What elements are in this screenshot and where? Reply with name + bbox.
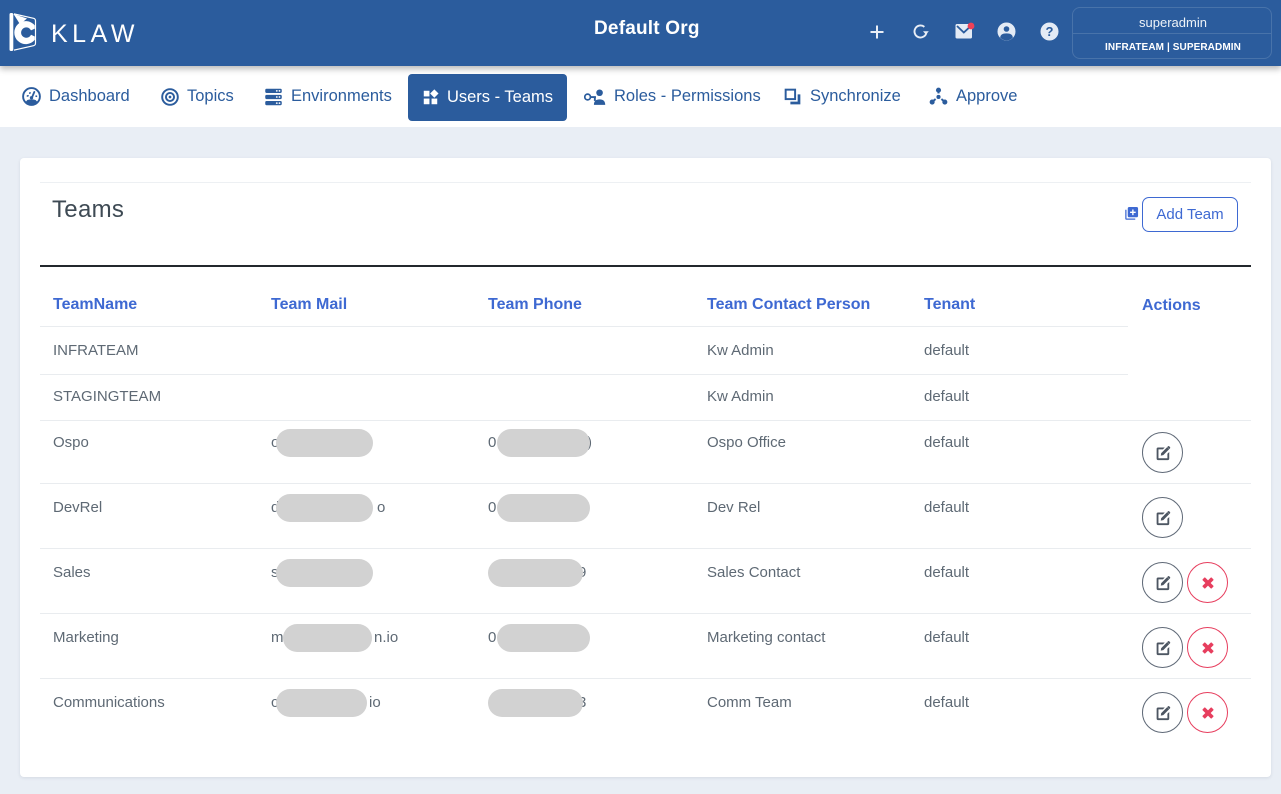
svg-text:?: ?: [1046, 24, 1054, 39]
